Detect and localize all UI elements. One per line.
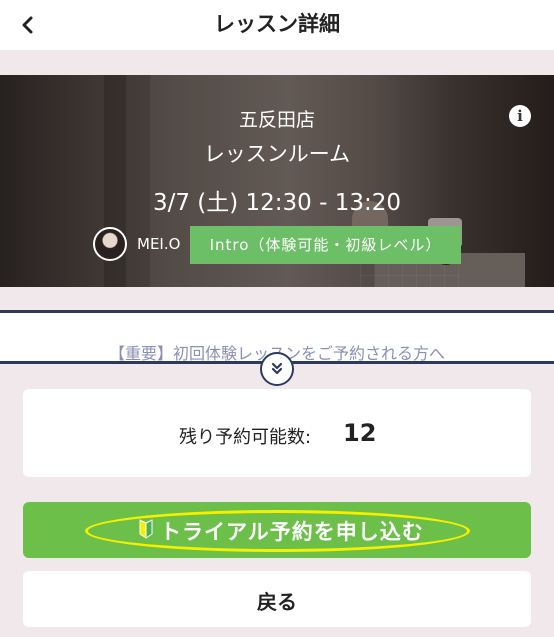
remaining-label: 残り予約可能数: bbox=[179, 427, 312, 448]
return-button-label[interactable]: 戻る bbox=[23, 586, 531, 615]
expand-notice-button[interactable] bbox=[260, 352, 294, 386]
remaining-count: 12 bbox=[343, 419, 377, 447]
instructor-avatar[interactable] bbox=[93, 227, 127, 261]
lesson-datetime: 3/7 (土) 12:30 - 13:20 bbox=[152, 190, 402, 216]
info-icon[interactable]: i bbox=[509, 105, 531, 127]
beginner-mark-icon bbox=[139, 519, 153, 539]
header-bar: レッスン詳細 bbox=[0, 0, 554, 50]
trial-booking-label[interactable]: トライアル予約を申し込む bbox=[160, 516, 424, 546]
instructor-name[interactable]: MEI.O bbox=[137, 235, 180, 253]
double-chevron-down-icon bbox=[271, 362, 283, 375]
room-name: レッスンルーム bbox=[203, 142, 351, 166]
store-name: 五反田店 bbox=[238, 109, 315, 131]
availability-card: 残り予約可能数: 12 bbox=[23, 389, 531, 477]
lesson-hero: 五反田店 レッスンルーム 3/7 (土) 12:30 - 13:20 i MEI… bbox=[0, 75, 554, 287]
level-badge: Intro（体験可能・初級レベル） bbox=[190, 226, 461, 264]
return-button[interactable]: 戻る bbox=[23, 571, 531, 627]
page-title: レッスン詳細 bbox=[214, 12, 340, 36]
